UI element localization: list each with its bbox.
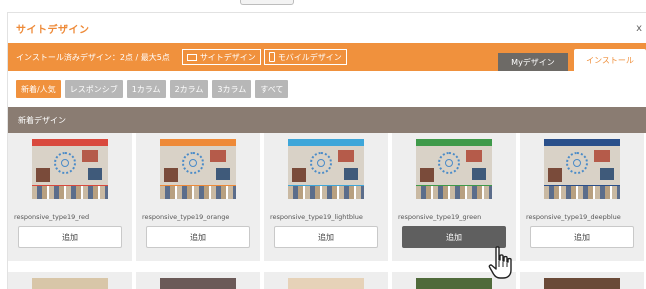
thumb-hero (544, 146, 620, 186)
monitor-icon (186, 53, 197, 61)
dialog-title: サイトデザイン (16, 24, 90, 36)
design-card-list: responsive_type19_red 追加 responsive_type… (8, 133, 646, 261)
mobile-design-label: モバイルデザイン (277, 52, 342, 62)
thumb-header (288, 139, 364, 146)
thumb-hero (160, 146, 236, 186)
install-count-text: インストール済みデザイン：2点 / 最大5点 (16, 52, 170, 62)
design-thumbnail (288, 278, 364, 289)
design-thumbnail (160, 278, 236, 289)
thumb-header (544, 139, 620, 146)
design-card[interactable] (264, 272, 388, 289)
site-design-button[interactable]: サイトデザイン (181, 49, 261, 65)
filter-row: 新着/人気 レスポンシブ 1カラム 2カラム 3カラム すべて (8, 71, 646, 107)
design-thumbnail (544, 139, 620, 199)
design-card-row-2 (8, 272, 646, 289)
mobile-design-button[interactable]: モバイルデザイン (263, 49, 347, 65)
filter-3-column[interactable]: 3カラム (212, 80, 252, 98)
filter-new-popular[interactable]: 新着/人気 (16, 80, 61, 98)
design-name: responsive_type19_lightblue (270, 213, 363, 221)
smartphone-icon (268, 52, 275, 62)
design-thumbnail (544, 278, 620, 289)
design-thumbnail (160, 139, 236, 199)
thumb-header (160, 139, 236, 146)
design-card[interactable] (8, 272, 132, 289)
tab-install[interactable]: インストール (574, 49, 646, 71)
design-name: responsive_type19_deepblue (526, 213, 621, 221)
view-tabs: Myデザイン インストール (498, 49, 646, 71)
design-card[interactable] (136, 272, 260, 289)
add-button[interactable]: 追加 (146, 226, 250, 248)
thumb-header (416, 139, 492, 146)
close-icon[interactable]: x (636, 23, 642, 34)
thumb-header (32, 139, 108, 146)
top-tab-handle (240, 0, 294, 5)
thumb-footer (544, 186, 620, 199)
thumb-hero (416, 146, 492, 186)
dialog-title-bar: サイトデザイン x (8, 13, 646, 43)
add-button[interactable]: 追加 (402, 226, 506, 248)
design-card[interactable]: responsive_type19_red 追加 (8, 133, 132, 261)
thumb-footer (288, 186, 364, 199)
design-thumbnail (416, 278, 492, 289)
site-design-label: サイトデザイン (199, 52, 256, 62)
design-card[interactable]: responsive_type19_orange 追加 (136, 133, 260, 261)
thumb-footer (416, 186, 492, 199)
filter-all[interactable]: すべて (255, 80, 289, 98)
design-name: responsive_type19_orange (142, 213, 230, 221)
design-thumbnail (32, 139, 108, 199)
thumb-hero (32, 146, 108, 186)
design-name: responsive_type19_green (398, 213, 482, 221)
add-button[interactable]: 追加 (18, 226, 122, 248)
filter-2-column[interactable]: 2カラム (169, 80, 209, 98)
thumb-hero (288, 146, 364, 186)
tab-my-design[interactable]: Myデザイン (498, 53, 568, 71)
install-toolbar: インストール済みデザイン：2点 / 最大5点 サイトデザイン モバイルデザイン … (8, 43, 646, 71)
thumb-footer (160, 186, 236, 199)
design-thumbnail (32, 278, 108, 289)
design-card[interactable] (520, 272, 644, 289)
thumb-footer (32, 186, 108, 199)
design-card[interactable]: responsive_type19_green 追加 (392, 133, 516, 261)
filter-responsive[interactable]: レスポンシブ (64, 80, 123, 98)
add-button[interactable]: 追加 (274, 226, 378, 248)
filter-1-column[interactable]: 1カラム (126, 80, 166, 98)
add-button[interactable]: 追加 (530, 226, 634, 248)
section-header: 新着デザイン (8, 107, 646, 133)
design-name: responsive_type19_red (14, 213, 90, 221)
design-card[interactable]: responsive_type19_deepblue 追加 (520, 133, 644, 261)
design-card[interactable]: responsive_type19_lightblue 追加 (264, 133, 388, 261)
design-thumbnail (416, 139, 492, 199)
hand-pointer-icon (488, 246, 512, 279)
design-thumbnail (288, 139, 364, 199)
